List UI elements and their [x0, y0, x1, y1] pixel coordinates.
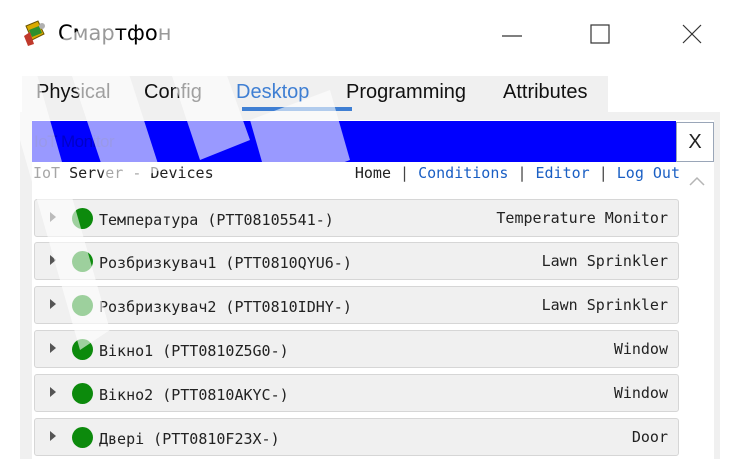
window-titlebar: Смартфон [0, 0, 740, 66]
logout-link[interactable]: Log Out [617, 164, 680, 182]
device-row[interactable]: Вікно1 (PTT0810Z5G0-) Window [34, 330, 679, 368]
expand-caret-icon[interactable] [50, 343, 56, 353]
device-row[interactable]: Двері (PTT0810F23X-) Door [34, 418, 679, 456]
minimize-icon[interactable] [492, 14, 532, 54]
expand-caret-icon[interactable] [50, 431, 56, 441]
device-name: Вікно1 (PTT0810Z5G0-) [99, 342, 289, 360]
smartphone-app-icon [24, 20, 45, 46]
nav-separator: | [400, 164, 410, 182]
status-dot-icon [72, 251, 93, 272]
server-devices-label: IoT Server - Devices [33, 164, 214, 182]
tab-attributes[interactable]: Attributes [503, 81, 587, 104]
device-type: Door [631, 428, 668, 446]
status-dot-icon [72, 383, 93, 404]
window-title: Смартфон [58, 21, 172, 45]
editor-link[interactable]: Editor [536, 164, 590, 182]
conditions-link[interactable]: Conditions [418, 164, 508, 182]
device-type: Window [613, 384, 668, 402]
device-row[interactable]: Розбризкувач1 (PTT0810QYU6-) Lawn Sprink… [34, 242, 679, 280]
device-type: Lawn Sprinkler [541, 296, 668, 314]
expand-caret-icon[interactable] [50, 299, 56, 309]
active-tab-indicator [242, 107, 352, 111]
device-type: Temperature Monitor [496, 209, 668, 227]
home-link[interactable]: Home [355, 164, 391, 182]
maximize-icon[interactable] [580, 14, 620, 54]
iot-monitor-header: IoT Monitor [32, 121, 676, 162]
device-name: Двері (PTT0810F23X-) [99, 430, 280, 448]
device-name: Вікно2 (PTT0810AKYC-) [99, 386, 289, 404]
expand-caret-icon[interactable] [50, 387, 56, 397]
status-dot-icon [72, 208, 93, 229]
device-name: Температура (PTT08105541-) [99, 211, 334, 229]
device-type: Lawn Sprinkler [541, 252, 668, 270]
iot-monitor-title: IoT Monitor [34, 132, 115, 151]
tab-programming[interactable]: Programming [346, 81, 466, 104]
iot-close-button[interactable]: X [676, 122, 714, 162]
device-row[interactable]: Розбризкувач2 (PTT0810IDHY-) Lawn Sprink… [34, 286, 679, 324]
status-dot-icon [72, 427, 93, 448]
device-row[interactable]: Температура (PTT08105541-) Temperature M… [34, 199, 679, 237]
status-dot-icon [72, 339, 93, 360]
device-name: Розбризкувач2 (PTT0810IDHY-) [99, 298, 352, 316]
device-row[interactable]: Вікно2 (PTT0810AKYC-) Window [34, 374, 679, 412]
expand-caret-icon[interactable] [50, 212, 56, 222]
iot-nav-links: Home | Conditions | Editor | Log Out [355, 164, 680, 182]
scroll-up-icon[interactable] [686, 172, 708, 192]
status-dot-icon [72, 295, 93, 316]
device-name: Розбризкувач1 (PTT0810QYU6-) [99, 254, 352, 272]
close-icon[interactable] [672, 14, 712, 54]
expand-caret-icon[interactable] [50, 255, 56, 265]
tab-bar: Physical Config Desktop Programming Attr… [22, 76, 608, 112]
tab-config[interactable]: Config [144, 81, 202, 104]
nav-separator: | [517, 164, 527, 182]
tab-desktop[interactable]: Desktop [236, 81, 309, 104]
tab-physical[interactable]: Physical [36, 81, 110, 104]
device-type: Window [613, 340, 668, 358]
nav-separator: | [598, 164, 608, 182]
